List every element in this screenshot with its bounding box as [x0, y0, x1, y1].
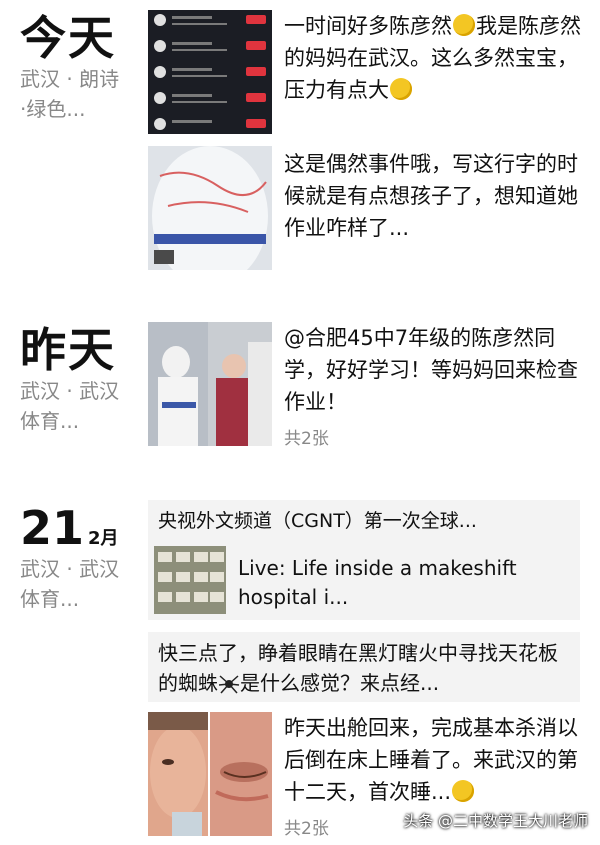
post-image-protective-suit[interactable] — [148, 146, 272, 270]
face-closeup-photo — [210, 712, 272, 836]
crying-emoji-icon — [390, 78, 412, 100]
post-text-part1: 一时间好多陈彦然 — [284, 14, 452, 38]
day-header-feb21: 21 2月 武汉 · 武汉体育... — [20, 502, 120, 614]
hospital-staff-photo — [148, 322, 272, 446]
location-label: 武汉 · 武汉体育... — [20, 557, 120, 611]
post-text: 这是偶然事件哦，写这行字的时候就是有点想孩子了，想知道她作业咋样了... — [284, 152, 578, 240]
post-text: 一时间好多陈彦然 我是陈彦然的妈妈在武汉。这么多然宝宝，压力有点大 — [284, 10, 584, 106]
post-image-face-1[interactable] — [148, 712, 208, 836]
crying-emoji-icon — [452, 780, 475, 802]
shared-article-thumbnail — [154, 546, 226, 614]
post-image-face-2[interactable] — [210, 712, 272, 836]
shared-article-card[interactable]: 央视外文频道（CGNT）第一次全球... Live: Life inside a… — [148, 500, 580, 620]
post-text: 昨天出舱回来，完成基本杀消以后倒在床上睡着了。来武汉的第十二天，首次睡... — [284, 712, 584, 808]
day-label: 昨天 — [20, 323, 116, 377]
post-image-screenshot[interactable] — [148, 10, 272, 134]
post-text-main: 昨天出舱回来，完成基本杀消以后倒在床上睡着了。来武汉的第十二天，首次睡... — [284, 716, 578, 804]
photo-count: 共2张 — [284, 429, 329, 449]
protective-suit-photo — [148, 146, 272, 270]
location-label: 武汉 · 朗诗·绿色... — [20, 67, 120, 121]
chat-screenshot-thumbnail — [154, 14, 266, 130]
month-label: 2月 — [88, 528, 119, 549]
post-image-hospital-staff[interactable] — [148, 322, 272, 446]
text-post-card: 快三点了，睁着眼睛在黑灯瞎火中寻找天花板的蜘蛛 是什么感觉？来点经... — [148, 632, 580, 702]
location-label: 武汉 · 武汉体育... — [20, 379, 120, 433]
day-header-yesterday: 昨天 武汉 · 武汉体育... — [20, 324, 120, 436]
crying-emoji-icon — [453, 14, 475, 36]
day-header-today: 今天 武汉 · 朗诗·绿色... — [20, 12, 120, 124]
day-label: 今天 — [20, 11, 116, 65]
watermark: 头条 @二中数学王大川老师 — [403, 812, 588, 830]
shared-article-link[interactable]: Live: Life inside a makeshift hospital i… — [238, 554, 568, 612]
face-photo — [148, 712, 208, 836]
post-text-part2: 是什么感觉？来点经... — [240, 671, 440, 695]
post-text: @合肥45中7年级的陈彦然同学，好好学习！等妈妈回来检查作业！ — [284, 326, 578, 414]
post-text: 快三点了，睁着眼睛在黑灯瞎火中寻找天花板的蜘蛛 是什么感觉？来点经... — [148, 632, 580, 704]
day-number: 21 — [20, 501, 85, 555]
photo-count: 共2张 — [284, 819, 329, 839]
spider-icon — [218, 672, 240, 694]
shared-article-title: 央视外文频道（CGNT）第一次全球... — [158, 510, 477, 532]
